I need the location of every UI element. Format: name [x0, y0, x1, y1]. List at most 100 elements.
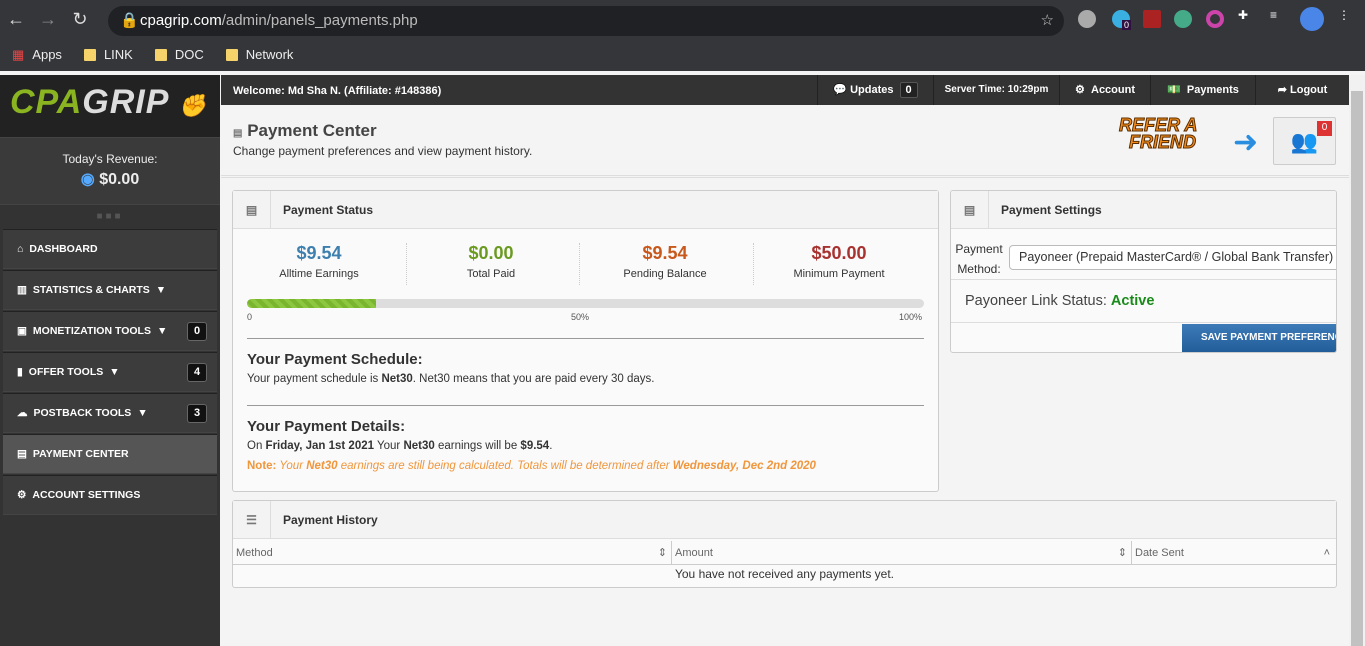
- account-label: Account: [1091, 84, 1135, 96]
- download-manager-icon[interactable]: [1174, 10, 1192, 28]
- panel-title: Payment History: [283, 512, 378, 527]
- gear-icon: ⚙: [1075, 84, 1085, 96]
- save-payment-preferences-button[interactable]: SAVE PAYMENT PREFERENCES: [1182, 324, 1336, 352]
- divider: [221, 175, 1349, 178]
- details-text: On Friday, Jan 1st 2021 Your Net30 earni…: [247, 440, 553, 452]
- payment-history-panel: ☰ Payment History Method ⇕ Amount ⇕ Date Se…: [232, 500, 1337, 588]
- sidebar-item-account-settings[interactable]: ⚙ ACCOUNT SETTINGS: [3, 475, 217, 515]
- updates-button[interactable]: 💬 Updates 0: [817, 75, 933, 105]
- ghost-extension-icon[interactable]: 0: [1112, 10, 1132, 30]
- bookmark-label: DOC: [174, 47, 204, 62]
- caret-down-icon: ▼: [156, 325, 168, 337]
- users-icon: 👥: [1290, 129, 1319, 154]
- bookmark-label: Network: [245, 47, 294, 62]
- bookmark-network[interactable]: Network: [225, 47, 294, 62]
- sidebar-item-postback-tools[interactable]: ☁ POSTBACK TOOLS ▼ 3: [3, 393, 217, 433]
- logout-label: Logout: [1290, 84, 1328, 96]
- referrals-badge: 0: [1317, 121, 1332, 136]
- todays-revenue: Today's Revenue: ◉ $0.00: [0, 137, 220, 205]
- account-button[interactable]: ⚙ Account: [1059, 75, 1150, 105]
- stat-alltime-earnings: $9.54 Alltime Earnings: [279, 243, 359, 280]
- top-nav: Welcome: Md Sha N. (Affiliate: #148386) …: [221, 75, 1349, 105]
- sidebar: CPAGRIP ✊ Today's Revenue: ◉ $0.00 ■■■ ⌂…: [0, 75, 220, 646]
- flash-icon[interactable]: [1143, 10, 1161, 28]
- tick-label: 0: [247, 312, 253, 322]
- column-amount[interactable]: Amount ⇕: [672, 541, 1132, 565]
- bookmark-label: Apps: [32, 47, 62, 62]
- caret-down-icon: ▼: [109, 366, 120, 378]
- updates-label: Updates: [850, 84, 894, 96]
- reload-icon[interactable]: ↻: [64, 9, 96, 30]
- offer-icon: ▮: [17, 366, 23, 378]
- scrollbar[interactable]: [1349, 75, 1365, 646]
- arrow-right-icon: ➜: [1233, 126, 1259, 159]
- folder-icon: [154, 48, 167, 61]
- color-wheel-icon[interactable]: [1206, 10, 1224, 28]
- puzzle-icon[interactable]: ✚: [1238, 8, 1256, 26]
- apps-icon: ▦: [12, 46, 25, 62]
- forward-icon[interactable]: →: [32, 9, 64, 30]
- panel-title: Payment Status: [283, 202, 374, 217]
- sidebar-item-label: ACCOUNT SETTINGS: [32, 489, 141, 501]
- bookmark-link[interactable]: LINK: [83, 47, 133, 62]
- column-date-sent[interactable]: Date Sent ˄: [1132, 541, 1336, 565]
- payment-method-select[interactable]: Payoneer (Prepaid MasterCard® / Global B…: [1009, 245, 1336, 270]
- address-bar[interactable]: 🔒 cpagrip.com/admin/panels_payments.php ☆: [108, 6, 1064, 36]
- sidebar-item-label: OFFER TOOLS: [28, 366, 104, 378]
- welcome-text: Welcome: Md Sha N. (Affiliate: #148386): [233, 85, 442, 97]
- cpagrip-logo[interactable]: CPAGRIP ✊: [0, 75, 220, 137]
- page-title: ▤ Payment Center: [233, 121, 377, 140]
- logout-button[interactable]: ➦ Logout: [1255, 75, 1349, 105]
- sidebar-item-statistics-charts[interactable]: ▥ STATISTICS & CHARTS ▼: [3, 270, 217, 310]
- sidebar-item-dashboard[interactable]: ⌂ DASHBOARD: [3, 229, 217, 269]
- url-host: cpagrip.com: [140, 12, 222, 29]
- back-icon[interactable]: ←: [0, 9, 32, 30]
- stat-minimum-payment: $50.00 Minimum Payment: [793, 243, 885, 280]
- payment-progress-bar: [247, 299, 924, 308]
- payments-label: Payments: [1186, 84, 1239, 96]
- home-icon: ⌂: [17, 243, 24, 255]
- schedule-heading: Your Payment Schedule:: [247, 351, 423, 368]
- revenue-value: $0.00: [99, 171, 140, 188]
- comment-icon: 💬: [833, 84, 848, 96]
- sort-icon: ⇕: [1117, 547, 1127, 559]
- money-icon: ▤: [17, 448, 27, 460]
- main-content: ▤ Payment Center Change payment preferen…: [221, 105, 1349, 646]
- logout-icon: ➦: [1277, 84, 1287, 96]
- media-icon[interactable]: ≡: [1270, 8, 1288, 26]
- page-subtitle: Change payment preferences and view paym…: [233, 144, 533, 158]
- star-icon[interactable]: ☆: [1041, 6, 1054, 36]
- count-badge: 3: [187, 403, 207, 423]
- globe-icon[interactable]: [1078, 10, 1096, 28]
- extension-badge: 0: [1122, 20, 1132, 30]
- money-icon: 💵: [1167, 84, 1181, 96]
- menu-icon[interactable]: ⋮: [1338, 8, 1356, 26]
- server-time: Server Time: 10:29pm: [933, 75, 1059, 105]
- payments-button[interactable]: 💵 Payments: [1150, 75, 1255, 105]
- stat-pending-balance: $9.54 Pending Balance: [623, 243, 707, 280]
- url-path: /admin/panels_payments.php: [221, 12, 418, 29]
- scrollbar-thumb[interactable]: [1351, 91, 1363, 646]
- payoneer-link-status: Payoneer Link Status: Active: [965, 293, 1155, 309]
- payment-settings-panel: ▤ Payment Settings Payment Method: Payonee…: [950, 190, 1337, 353]
- browser-toolbar: ← → ↻ 🔒 cpagrip.com/admin/panels_payments…: [0, 0, 1365, 38]
- sidebar-item-offer-tools[interactable]: ▮ OFFER TOOLS ▼ 4: [3, 352, 217, 392]
- monetization-icon: ▣: [17, 325, 27, 337]
- bookmark-doc[interactable]: DOC: [154, 47, 204, 62]
- column-method[interactable]: Method ⇕: [233, 541, 672, 565]
- bookmarks-bar: ▦ Apps LINK DOC Network: [0, 38, 1365, 71]
- progress-fill: [247, 299, 376, 308]
- sidebar-item-label: POSTBACK TOOLS: [33, 407, 132, 419]
- sidebar-item-monetization-tools[interactable]: ▣ MONETIZATION TOOLS ▼ 0: [3, 311, 217, 351]
- avatar[interactable]: [1300, 7, 1324, 31]
- refer-a-friend-banner[interactable]: REFER A FRIEND: [1118, 116, 1197, 152]
- divider: ■■■: [96, 211, 124, 222]
- updates-count: 0: [899, 82, 918, 98]
- referrals-button[interactable]: 👥 0: [1273, 117, 1336, 165]
- gear-icon: ⚙: [17, 489, 27, 501]
- sidebar-item-payment-center[interactable]: ▤ PAYMENT CENTER: [3, 434, 217, 474]
- payment-method-label: Payment Method:: [955, 242, 1003, 276]
- bookmark-apps[interactable]: ▦ Apps: [12, 47, 62, 63]
- lock-icon: 🔒: [120, 12, 139, 29]
- sidebar-item-label: DASHBOARD: [29, 243, 98, 255]
